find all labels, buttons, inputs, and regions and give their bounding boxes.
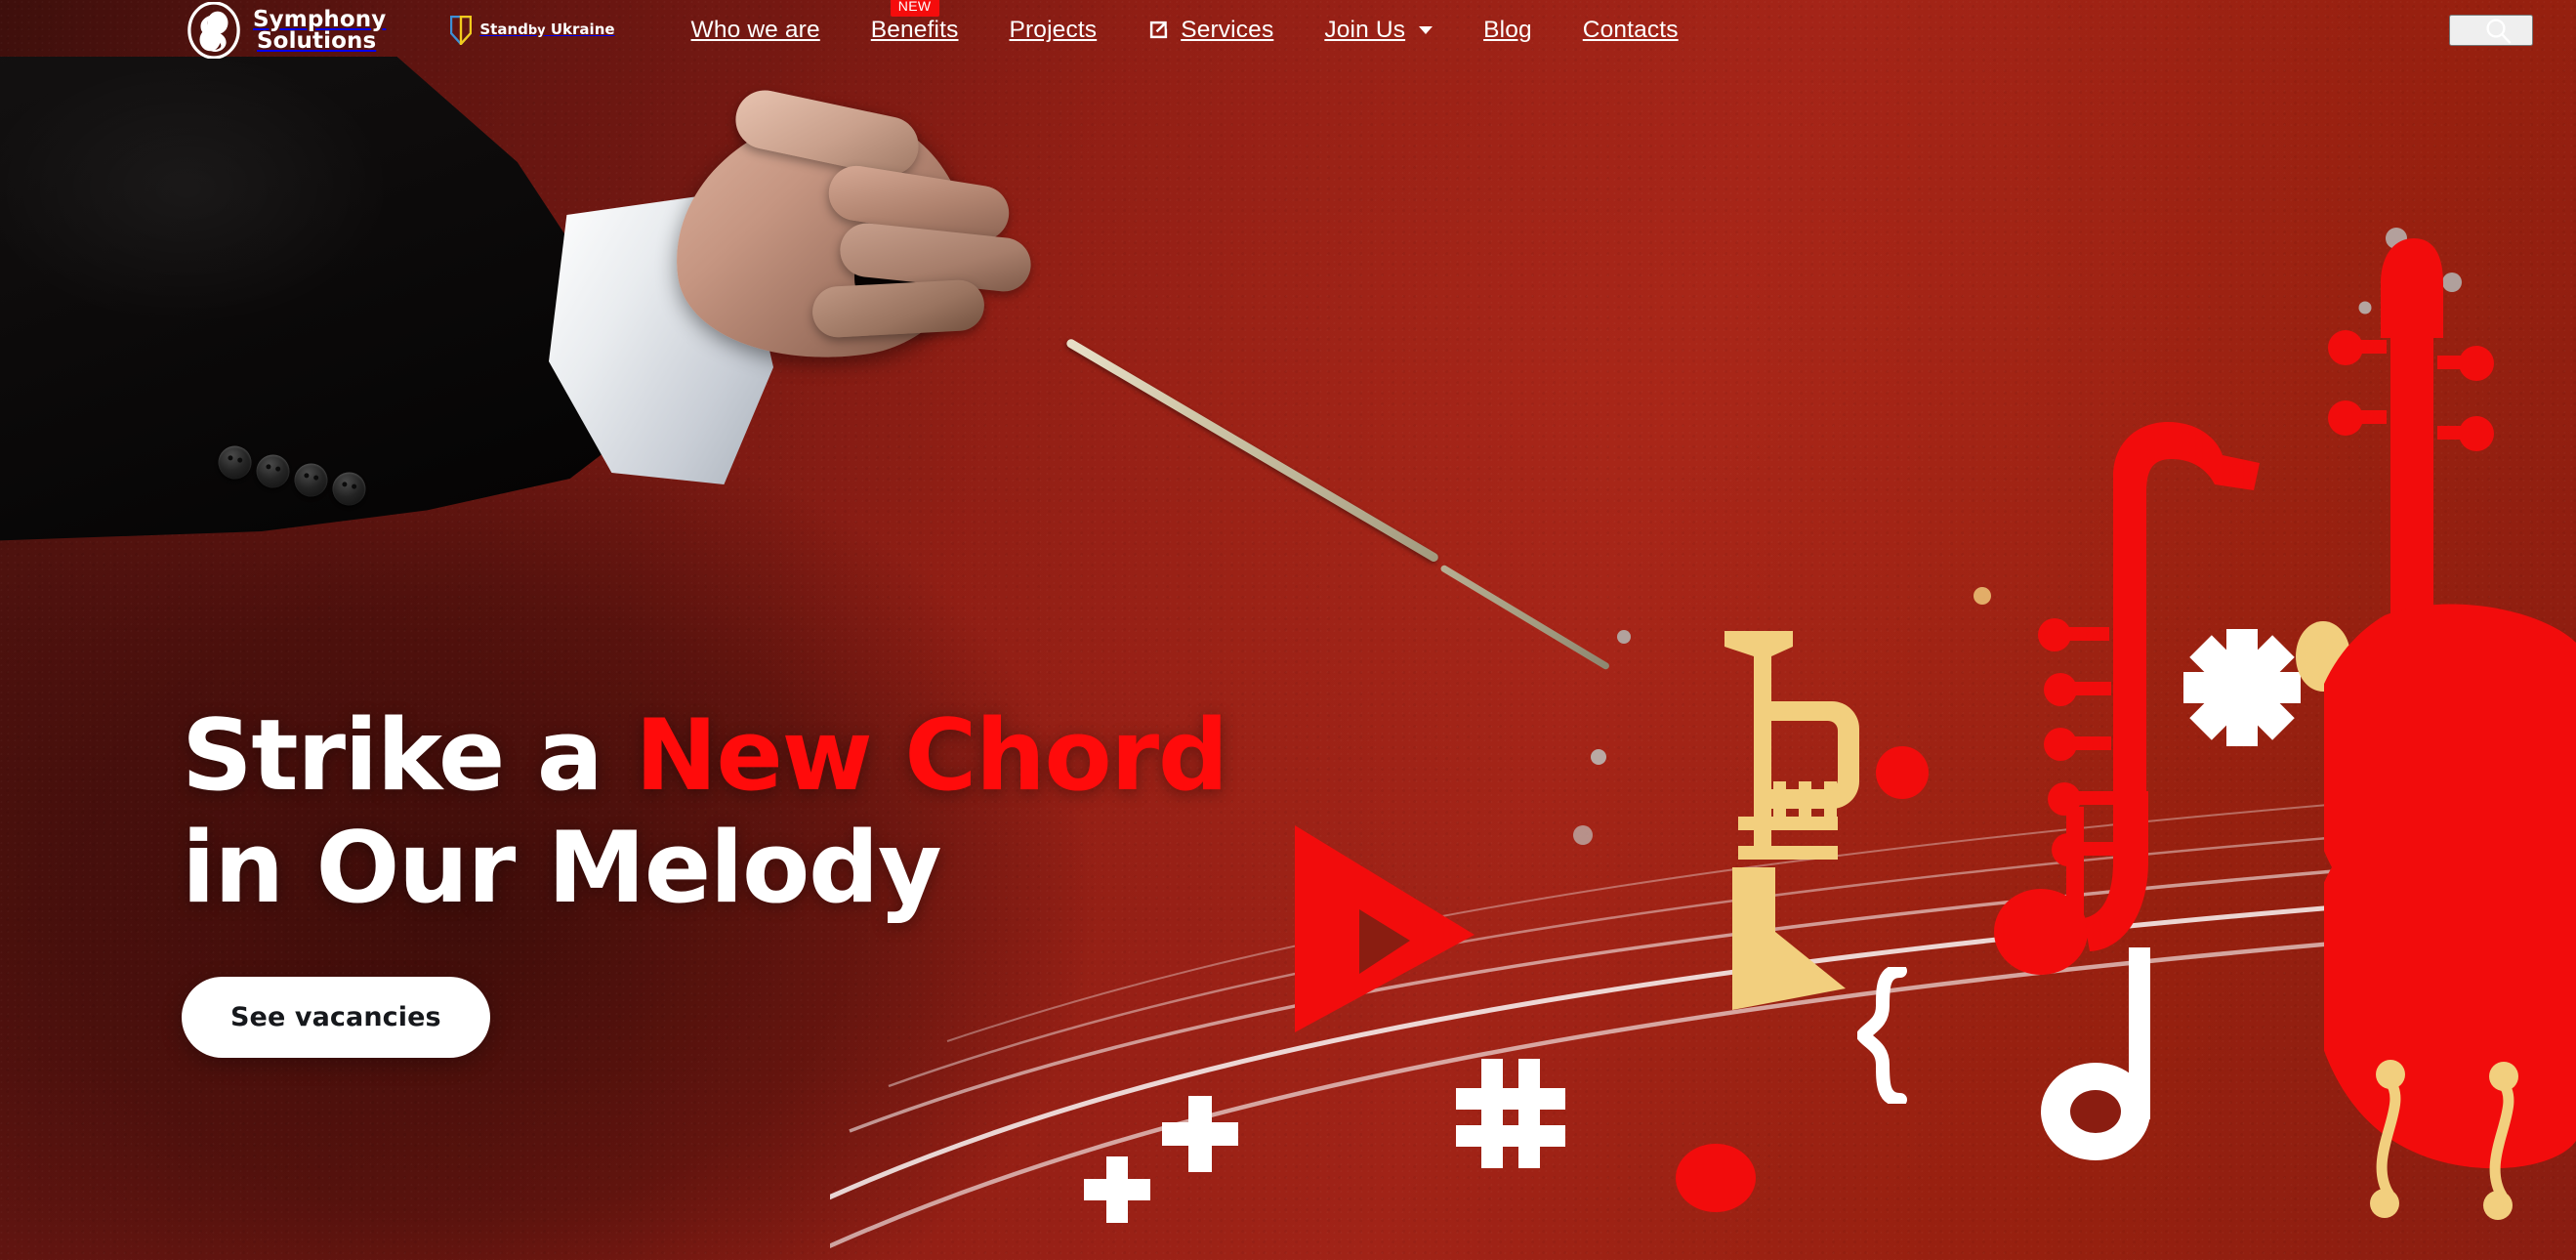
nav-label: Benefits — [870, 17, 959, 43]
brand-name: Symphony Solutions — [253, 6, 387, 54]
see-vacancies-button[interactable]: See vacancies — [182, 977, 490, 1059]
chevron-down-icon — [1419, 26, 1433, 34]
primary-nav: Who we are NEW Benefits Projects Service… — [666, 0, 2533, 46]
nav-label: Projects — [1009, 17, 1098, 43]
nav-label: Who we are — [690, 17, 820, 43]
headline-accent: New Chord — [635, 697, 1228, 813]
grey-dot — [1573, 825, 1593, 845]
headline-plain: Strike a — [182, 697, 636, 813]
brand-name-line2: Solutions — [257, 28, 377, 54]
violin-icon — [2324, 238, 2576, 1169]
grey-dot — [1617, 630, 1631, 644]
headline-line-1: Strike a New Chord — [182, 697, 1228, 813]
nav-label: Join Us — [1324, 17, 1406, 43]
ukraine-by: by — [527, 23, 546, 39]
stand-by-ukraine-label: Standby Ukraine — [479, 21, 615, 39]
ukraine-line1: Stand — [479, 21, 528, 39]
ukraine-line2: Ukraine — [550, 21, 615, 39]
plus-icon — [1162, 1096, 1238, 1172]
yellow-dot — [2296, 621, 2350, 692]
grey-dot — [2442, 273, 2462, 292]
headline-line-2: in Our Melody — [182, 810, 942, 926]
saxophone-icon — [2038, 422, 2260, 951]
nav-label: Blog — [1483, 17, 1532, 43]
hero-headline: Strike a New Chord in Our Melody — [182, 697, 1228, 926]
conductor-baton-icon — [1064, 337, 1440, 564]
grey-dot — [1591, 749, 1606, 765]
nav-item-blog[interactable]: Blog — [1458, 17, 1558, 44]
hero-copy: Strike a New Chord in Our Melody See vac… — [182, 697, 1228, 1059]
curly-brace-icon — [1857, 967, 1907, 1104]
trumpet-icon — [1724, 631, 1859, 1010]
stand-by-ukraine-link[interactable]: Standby Ukraine — [450, 16, 615, 45]
search-icon — [2486, 19, 2512, 44]
grey-dot — [2386, 228, 2407, 249]
ukraine-shield-icon — [450, 16, 473, 45]
red-dot — [1876, 746, 1929, 799]
grey-dot — [2358, 301, 2372, 315]
external-link-icon — [1150, 21, 1168, 38]
nav-item-benefits[interactable]: NEW Benefits — [846, 0, 984, 44]
plus-icon — [1084, 1156, 1150, 1223]
f-holes-icon — [2370, 1060, 2518, 1220]
ring-finger — [810, 278, 986, 339]
play-triangle-icon — [1295, 825, 1475, 1032]
top-navigation-bar: Symphony Solutions Standby Ukraine Who w… — [0, 0, 2576, 61]
hero-section: Symphony Solutions Standby Ukraine Who w… — [0, 0, 2576, 1260]
hash-icon — [1456, 1059, 1565, 1168]
nav-item-projects[interactable]: Projects — [984, 17, 1123, 44]
nav-item-services[interactable]: Services — [1122, 17, 1299, 44]
new-badge: NEW — [890, 0, 939, 18]
coat-button — [215, 442, 255, 483]
nav-item-contacts[interactable]: Contacts — [1558, 17, 1704, 44]
coat-button — [253, 451, 293, 491]
search-button[interactable] — [2449, 15, 2533, 46]
quarter-note-icon — [2041, 947, 2150, 1160]
quarter-note-icon — [1994, 807, 2088, 975]
symphony-s-monogram-icon — [187, 2, 240, 59]
conductor-hand-photo — [658, 76, 1084, 428]
nav-label: Contacts — [1582, 17, 1679, 43]
yellow-dot — [1974, 587, 1991, 605]
brand-logo-link[interactable]: Symphony Solutions — [186, 2, 386, 59]
asterisk-icon — [2183, 629, 2301, 746]
nav-item-who-we-are[interactable]: Who we are — [666, 17, 846, 44]
nav-item-join-us[interactable]: Join Us — [1299, 17, 1458, 44]
conductor-baton-icon — [1439, 564, 1611, 671]
brand-name-line1: Symphony — [253, 6, 387, 32]
coat-button — [291, 460, 331, 500]
red-dot — [1676, 1144, 1756, 1212]
nav-label: Services — [1181, 17, 1274, 43]
